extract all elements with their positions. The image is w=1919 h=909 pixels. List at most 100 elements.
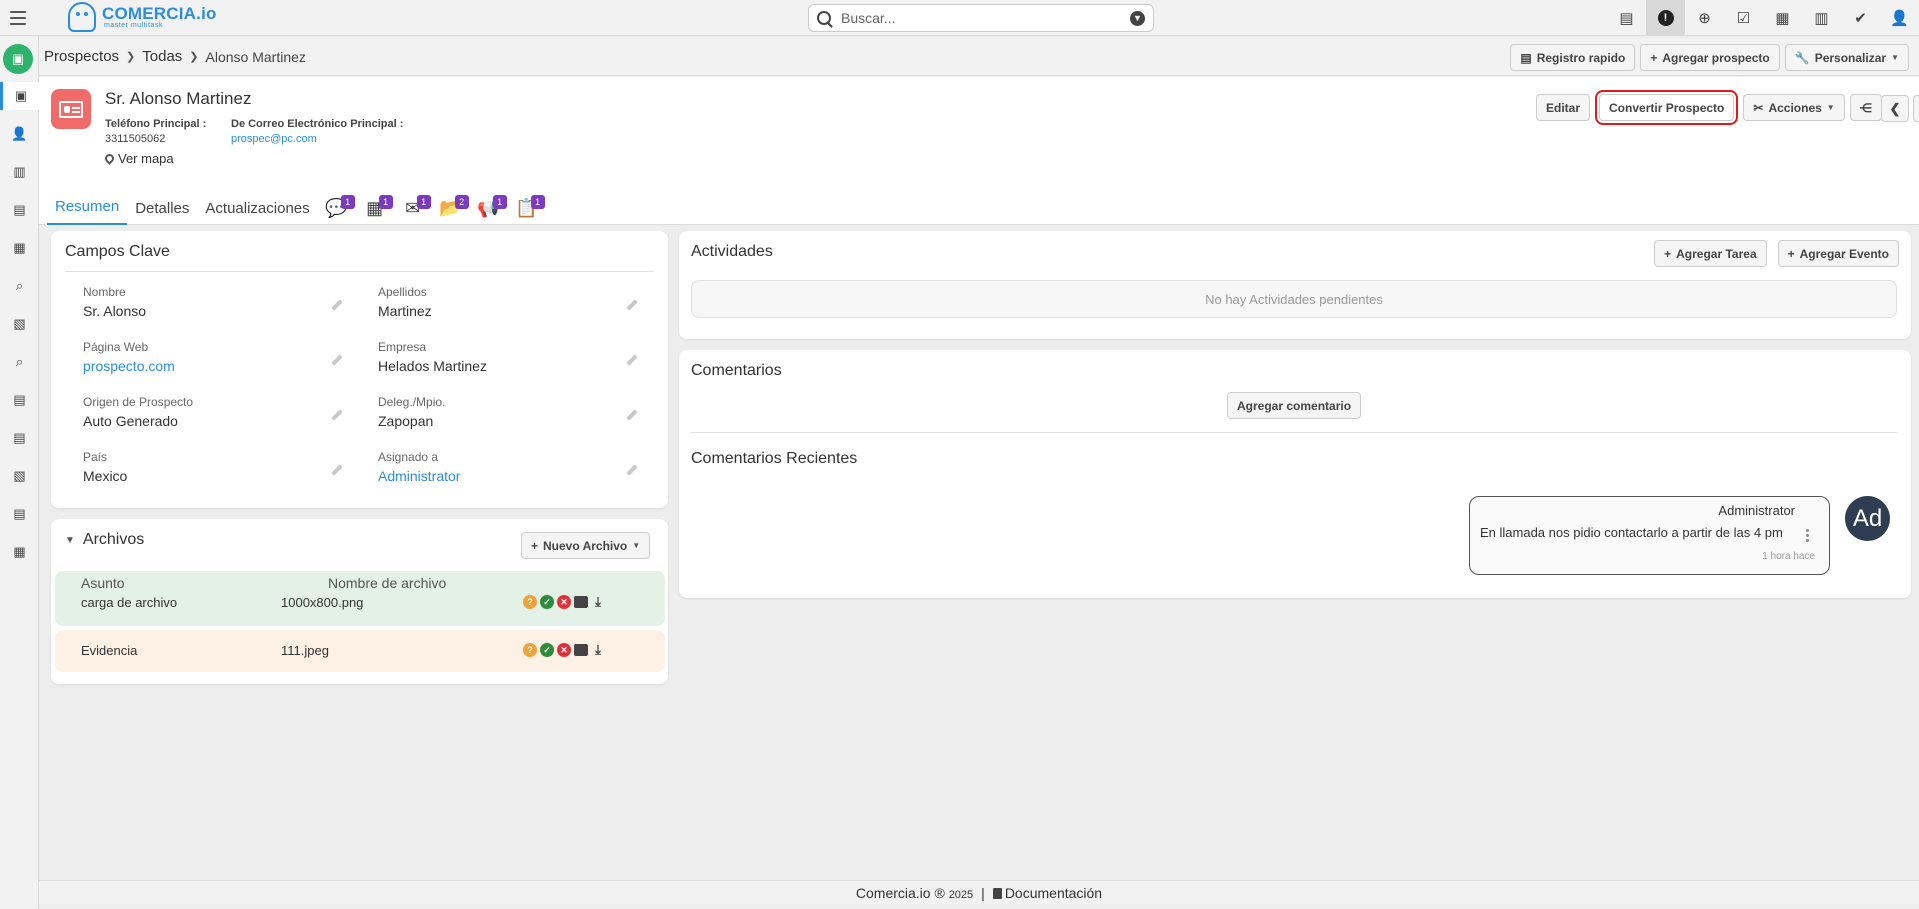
sidebar-events-icon[interactable]: ▦ <box>0 538 39 566</box>
edit-pencil-icon[interactable] <box>626 464 638 476</box>
empty-activities: No hay Actividades pendientes <box>691 280 1897 318</box>
new-file-button[interactable]: + Nuevo Archivo ▼ <box>521 532 651 559</box>
tools-icon: ✂ <box>1753 100 1764 115</box>
actions-button[interactable]: ✂ Acciones ▼ <box>1743 94 1845 121</box>
record-header: Sr. Alonso Martinez Teléfono Principal :… <box>39 77 1919 225</box>
edit-pencil-icon[interactable] <box>331 299 343 311</box>
customize-button[interactable]: 🔧 Personalizar ▼ <box>1784 44 1909 71</box>
assigned-user-link[interactable]: Administrator <box>378 468 638 484</box>
edit-pencil-icon[interactable] <box>626 354 638 366</box>
convert-prospect-button[interactable]: Convertir Prospecto <box>1595 90 1739 125</box>
tab-resumen[interactable]: Resumen <box>47 198 128 225</box>
sidebar-cards-icon[interactable]: ▤ <box>0 196 39 224</box>
alerts-icon[interactable]: ! <box>1646 0 1685 36</box>
sidebar-prospects-icon[interactable]: ▣ <box>0 82 39 110</box>
prospect-card-icon <box>51 89 91 129</box>
menu-icon[interactable] <box>6 6 30 30</box>
app-logo[interactable]: COMERCIA.io master multitask <box>40 0 230 36</box>
mail-icon[interactable]: ✉ 1 <box>400 195 431 225</box>
add-task-button[interactable]: + Agregar Tarea <box>1654 240 1767 267</box>
edit-pencil-icon[interactable] <box>331 354 343 366</box>
share-button[interactable]: ⋲ <box>1849 94 1882 121</box>
image-preview-icon[interactable] <box>574 596 588 608</box>
footer: Comercia.io ® 2025 | Documentación <box>39 880 1919 904</box>
reports-icon[interactable]: ▥ <box>1802 0 1841 36</box>
quick-register-button[interactable]: ▤ Registro rapido <box>1510 44 1636 71</box>
breadcrumb-module[interactable]: Prospectos <box>44 48 119 65</box>
file-subject: carga de archivo <box>81 595 178 610</box>
user-icon[interactable]: 👤 <box>1880 0 1919 36</box>
sidebar-contacts-icon[interactable]: 👤 <box>0 120 39 148</box>
breadcrumb-bar: Prospectos ❯ Todas ❯ Alonso Martinez ▤ Re… <box>39 38 1919 76</box>
help-icon[interactable]: ? <box>523 595 537 609</box>
tab-actualizaciones[interactable]: Actualizaciones <box>197 200 317 225</box>
sidebar-notes-icon[interactable]: ▦ <box>0 234 39 262</box>
quick-create-icon[interactable]: ⊕ <box>1685 0 1724 36</box>
documentation-link[interactable]: Documentación <box>992 885 1102 901</box>
reject-icon[interactable]: ✕ <box>557 643 571 657</box>
sidebar-invoices-icon[interactable]: ▤ <box>0 386 39 414</box>
record-actions: Editar Convertir Prospecto ✂ Acciones ▼ ⋲ <box>1536 90 1882 125</box>
download-icon[interactable]: ⤓ <box>591 642 605 657</box>
more-options-icon[interactable] <box>1806 529 1809 532</box>
cash-register-icon[interactable]: ▤ <box>1607 0 1646 36</box>
logo-mascot-icon <box>68 2 96 32</box>
reject-icon[interactable]: ✕ <box>557 595 571 609</box>
help-icon[interactable]: ? <box>523 643 537 657</box>
wrench-icon: 🔧 <box>1794 50 1810 65</box>
id-card-icon: ▤ <box>1520 50 1532 65</box>
comments-icon[interactable]: 💬 1 <box>324 195 355 225</box>
campaign-icon[interactable]: 📢 1 <box>476 195 507 225</box>
files-toggle[interactable]: ▼ Archivos <box>65 531 144 549</box>
calendar-icon[interactable]: ▦ 1 <box>362 195 393 225</box>
approve-icon[interactable]: ✓ <box>540 643 554 657</box>
website-link[interactable]: prospecto.com <box>83 358 343 374</box>
record-navigation: ❮ ❯ <box>1881 95 1919 122</box>
edit-pencil-icon[interactable] <box>331 409 343 421</box>
home-icon[interactable]: ▣ <box>3 44 33 74</box>
sidebar-analysis-icon[interactable]: ⌕ <box>0 348 39 376</box>
tasks-calendar-icon[interactable]: ☑ <box>1724 0 1763 36</box>
file-row[interactable]: Evidencia 111.jpeg ? ✓ ✕ ⤓ <box>55 630 665 672</box>
next-record-button[interactable]: ❯ <box>1913 95 1919 122</box>
sidebar-credit-notes-icon[interactable]: ▧ <box>0 462 39 490</box>
comment-text: En llamada nos pidio contactarlo a parti… <box>1480 525 1783 540</box>
footer-brand: Comercia.io ® 2025 <box>855 884 974 901</box>
add-comment-button[interactable]: Agregar comentario <box>1227 392 1362 419</box>
calendar-icon[interactable]: ▦ <box>1763 0 1802 36</box>
sidebar-quotes-icon[interactable]: ▧ <box>0 310 39 338</box>
file-row[interactable]: Asunto Nombre de archivo carga de archiv… <box>55 571 665 626</box>
sidebar-search-icon[interactable]: ⌕ <box>0 272 39 300</box>
previous-record-button[interactable]: ❮ <box>1881 95 1909 122</box>
folder-icon[interactable]: 📂 2 <box>438 195 469 225</box>
global-search: ▼ <box>808 4 1154 32</box>
approve-icon[interactable]: ✓ <box>540 595 554 609</box>
edit-pencil-icon[interactable] <box>331 464 343 476</box>
map-link[interactable]: Ver mapa <box>103 151 174 166</box>
edit-button[interactable]: Editar <box>1536 94 1591 121</box>
edit-pencil-icon[interactable] <box>626 409 638 421</box>
phone-value: 3311505062 <box>105 133 166 145</box>
count-badge: 1 <box>416 195 431 209</box>
edit-pencil-icon[interactable] <box>626 299 638 311</box>
sidebar-companies-icon[interactable]: ▥ <box>0 158 39 186</box>
add-event-button[interactable]: + Agregar Evento <box>1777 240 1899 267</box>
sidebar-orders-icon[interactable]: ▤ <box>0 500 39 528</box>
sidebar-documents-icon[interactable]: ▤ <box>0 424 39 452</box>
search-input[interactable] <box>841 10 1130 26</box>
email-link[interactable]: prospec@pc.com <box>231 133 317 145</box>
breadcrumb-filter[interactable]: Todas <box>142 48 182 65</box>
top-bar: COMERCIA.io master multitask ▼ ▤ ! ⊕ ☑ ▦… <box>0 0 1919 36</box>
activities-panel: Actividades + Agregar Tarea + Agregar Even… <box>679 231 1911 339</box>
image-preview-icon[interactable] <box>574 644 588 656</box>
search-options-icon[interactable]: ▼ <box>1130 10 1145 26</box>
download-icon[interactable]: ⤓ <box>591 594 605 609</box>
checklist-icon[interactable]: ✔ <box>1841 0 1880 36</box>
field-origen: Origen de Prospecto Auto Generado <box>83 395 343 429</box>
tab-detalles[interactable]: Detalles <box>127 200 197 225</box>
document-icon[interactable]: 📋 1 <box>514 195 545 225</box>
add-prospect-button[interactable]: + Agregar prospecto <box>1640 44 1780 71</box>
panel-title: Campos Clave <box>65 243 170 260</box>
comment-item: Administrator En llamada nos pidio conta… <box>1469 496 1830 575</box>
field-nombre: Nombre Sr. Alonso <box>83 285 343 319</box>
